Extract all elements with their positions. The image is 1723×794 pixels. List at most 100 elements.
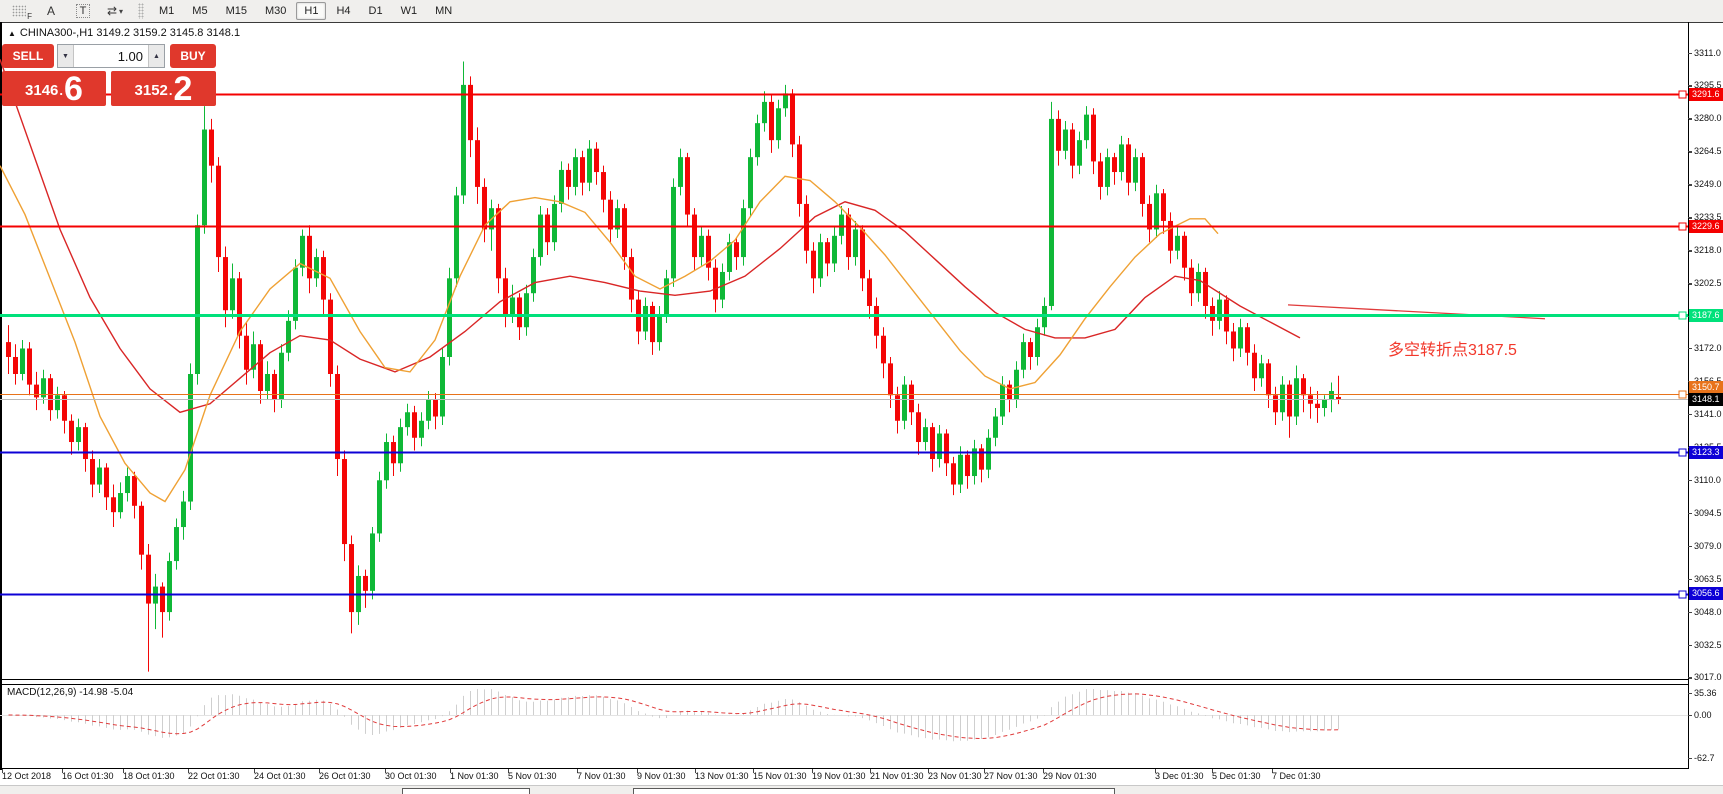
line-handle[interactable] <box>1679 391 1686 398</box>
candle-up <box>195 225 200 374</box>
candle-down <box>468 85 473 140</box>
candle-up <box>1105 157 1110 187</box>
candle-up <box>461 85 466 196</box>
candle-up <box>1063 130 1068 151</box>
candle-down <box>650 306 655 342</box>
candle-up <box>839 215 844 236</box>
line-handle[interactable] <box>1679 449 1686 456</box>
candle-down <box>1210 306 1215 321</box>
chart-annotation-text: 多空转折点3187.5 <box>1388 336 1517 360</box>
pane-separator-bottom[interactable] <box>0 684 1688 685</box>
date-label: 5 Dec 01:30 <box>1212 771 1261 781</box>
candle-down <box>237 278 242 335</box>
candle-down <box>223 257 228 310</box>
price-tick-label: 3311.0 <box>1694 47 1723 60</box>
candle-down <box>1189 268 1194 294</box>
candle-up <box>1084 115 1089 141</box>
candle-down <box>258 344 263 391</box>
candle-up <box>741 208 746 257</box>
candle-down <box>1056 119 1061 151</box>
candle-down <box>608 200 613 230</box>
candle-up <box>1077 140 1082 166</box>
price-tick-label: 3094.5 <box>1694 507 1723 520</box>
candle-up <box>587 149 592 183</box>
date-label: 9 Nov 01:30 <box>637 771 686 781</box>
candle-up <box>440 357 445 417</box>
candle-up <box>76 427 81 442</box>
candle-down <box>580 157 585 183</box>
candle-up <box>20 348 25 374</box>
candle-down <box>475 140 480 187</box>
date-label: 5 Nov 01:30 <box>508 771 557 781</box>
candle-down <box>881 336 886 364</box>
chart-canvas[interactable] <box>0 0 1723 793</box>
candle-down <box>1168 221 1173 251</box>
volume-increase-button[interactable]: ▲ <box>148 45 164 67</box>
sell-price-panel[interactable]: 3146.6 <box>2 71 106 106</box>
candle-down <box>496 208 501 278</box>
candle-up <box>1021 342 1026 370</box>
line-handle[interactable] <box>1679 223 1686 230</box>
candle-down <box>1266 363 1271 395</box>
date-label: 16 Oct 01:30 <box>62 771 114 781</box>
buy-price-panel[interactable]: 3152.2 <box>111 71 216 106</box>
candle-up <box>538 215 543 258</box>
candle-up <box>678 157 683 187</box>
candle-up <box>125 476 130 493</box>
candle-up <box>1294 378 1299 416</box>
line-handle[interactable] <box>1679 312 1686 319</box>
collapse-triangle-icon: ▲ <box>8 29 16 38</box>
one-click-trading-panel: SELL ▼ ▲ BUY 3146.6 3152.2 <box>2 44 216 106</box>
line-handle[interactable] <box>1679 91 1686 98</box>
line-handle[interactable] <box>1679 591 1686 598</box>
candle-down <box>1245 327 1250 353</box>
candle-up <box>1280 385 1285 413</box>
chart-tab[interactable] <box>633 788 1115 794</box>
candle-down <box>566 170 571 187</box>
price-tick-label: 3063.5 <box>1694 573 1723 586</box>
candle-up <box>1035 327 1040 357</box>
candle-up <box>1000 385 1005 417</box>
candle-up <box>818 242 823 278</box>
candle-up <box>657 314 662 342</box>
price-tick-label: 3079.0 <box>1694 540 1723 553</box>
date-label: 29 Nov 01:30 <box>1043 771 1097 781</box>
price-tick-label: 3017.0 <box>1694 671 1723 684</box>
candle-down <box>146 555 151 604</box>
pane-separator-top[interactable] <box>0 679 1688 680</box>
candle-down <box>1161 193 1166 221</box>
candle-up <box>902 385 907 421</box>
candle-down <box>342 459 347 544</box>
candle-down <box>1098 161 1103 187</box>
candle-down <box>349 544 354 612</box>
volume-decrease-button[interactable]: ▼ <box>58 45 74 67</box>
sell-button[interactable]: SELL <box>2 44 54 68</box>
candle-up <box>293 268 298 321</box>
candle-down <box>6 342 11 357</box>
trading-platform-window: F A T ⇄▾ M1M5M15M30H1H4D1W1MN ▲▲ CHINA30… <box>0 0 1723 793</box>
candle-up <box>1238 327 1243 348</box>
candle-down <box>916 412 921 442</box>
candle-up <box>1322 400 1327 409</box>
volume-input[interactable] <box>74 45 148 67</box>
candle-up <box>279 353 284 400</box>
candle-up <box>370 533 375 590</box>
candle-up <box>426 400 431 421</box>
candle-down <box>307 236 312 279</box>
candle-down <box>209 130 214 166</box>
price-tick-label: 3048.0 <box>1694 606 1723 619</box>
candle-down <box>139 506 144 555</box>
price-tick-label: 3141.0 <box>1694 408 1723 421</box>
macd-pane-bottom-border <box>0 768 1688 769</box>
date-label: 24 Oct 01:30 <box>254 771 306 781</box>
candle-down <box>1126 144 1131 182</box>
level-price-chip: 3056.6 <box>1689 587 1723 600</box>
chart-tab[interactable] <box>402 788 530 794</box>
candle-down <box>69 421 74 442</box>
price-tick-label: 3249.0 <box>1694 178 1723 191</box>
buy-button[interactable]: BUY <box>170 44 216 68</box>
macd-signal-line <box>9 694 1339 739</box>
candle-down <box>685 157 690 214</box>
candle-down <box>132 476 137 506</box>
candle-down <box>90 459 95 485</box>
